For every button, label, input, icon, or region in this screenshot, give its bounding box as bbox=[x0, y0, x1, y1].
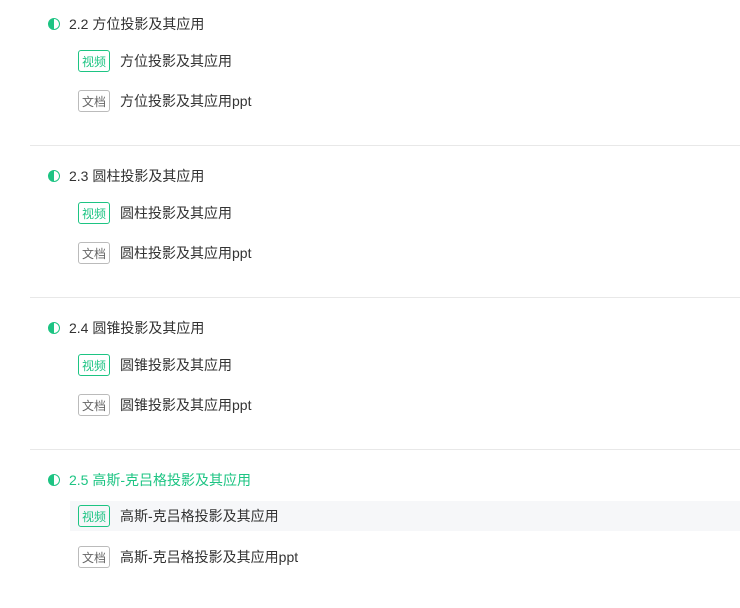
video-tag: 视频 bbox=[78, 202, 110, 224]
section-title: 2.3 圆柱投影及其应用 bbox=[69, 168, 205, 184]
divider bbox=[30, 297, 740, 298]
video-item[interactable]: 视频 方位投影及其应用 bbox=[70, 46, 740, 76]
section-heading[interactable]: 2.3 圆柱投影及其应用 bbox=[48, 166, 204, 186]
item-label: 圆锥投影及其应用ppt bbox=[120, 397, 252, 413]
chapter-section: 2.3 圆柱投影及其应用 视频 圆柱投影及其应用 文档 圆柱投影及其应用ppt bbox=[0, 152, 740, 304]
item-label: 方位投影及其应用ppt bbox=[120, 93, 252, 109]
video-item[interactable]: 视频 高斯-克吕格投影及其应用 bbox=[70, 501, 740, 531]
section-heading-active[interactable]: 2.5 高斯-克吕格投影及其应用 bbox=[48, 470, 251, 490]
document-item[interactable]: 文档 圆锥投影及其应用ppt bbox=[70, 390, 740, 420]
document-item[interactable]: 文档 高斯-克吕格投影及其应用ppt bbox=[70, 542, 740, 572]
video-item[interactable]: 视频 圆柱投影及其应用 bbox=[70, 198, 740, 228]
video-tag: 视频 bbox=[78, 505, 110, 527]
chapter-section: 2.5 高斯-克吕格投影及其应用 视频 高斯-克吕格投影及其应用 文档 高斯-克吕格… bbox=[0, 456, 740, 608]
divider bbox=[30, 449, 740, 450]
section-title: 2.4 圆锥投影及其应用 bbox=[69, 320, 205, 336]
document-item[interactable]: 文档 圆柱投影及其应用ppt bbox=[70, 238, 740, 268]
divider bbox=[30, 145, 740, 146]
video-tag: 视频 bbox=[78, 354, 110, 376]
document-tag: 文档 bbox=[78, 242, 110, 264]
chapter-section: 2.2 方位投影及其应用 视频 方位投影及其应用 文档 方位投影及其应用ppt bbox=[0, 0, 740, 152]
section-title: 2.2 方位投影及其应用 bbox=[69, 16, 205, 32]
half-progress-icon bbox=[48, 474, 60, 486]
document-tag: 文档 bbox=[78, 90, 110, 112]
document-tag: 文档 bbox=[78, 546, 110, 568]
section-title: 2.5 高斯-克吕格投影及其应用 bbox=[69, 472, 252, 488]
chapter-section: 2.4 圆锥投影及其应用 视频 圆锥投影及其应用 文档 圆锥投影及其应用ppt bbox=[0, 304, 740, 456]
document-tag: 文档 bbox=[78, 394, 110, 416]
document-item[interactable]: 文档 方位投影及其应用ppt bbox=[70, 86, 740, 116]
item-label: 圆柱投影及其应用ppt bbox=[120, 245, 252, 261]
video-tag: 视频 bbox=[78, 50, 110, 72]
video-item[interactable]: 视频 圆锥投影及其应用 bbox=[70, 350, 740, 380]
half-progress-icon bbox=[48, 170, 60, 182]
section-heading[interactable]: 2.4 圆锥投影及其应用 bbox=[48, 318, 204, 338]
item-label: 圆锥投影及其应用 bbox=[120, 357, 232, 373]
half-progress-icon bbox=[48, 322, 60, 334]
item-label: 高斯-克吕格投影及其应用ppt bbox=[120, 549, 299, 565]
half-progress-icon bbox=[48, 18, 60, 30]
item-label: 圆柱投影及其应用 bbox=[120, 205, 232, 221]
item-label: 高斯-克吕格投影及其应用 bbox=[120, 508, 279, 524]
section-heading[interactable]: 2.2 方位投影及其应用 bbox=[48, 14, 204, 34]
item-label: 方位投影及其应用 bbox=[120, 53, 232, 69]
